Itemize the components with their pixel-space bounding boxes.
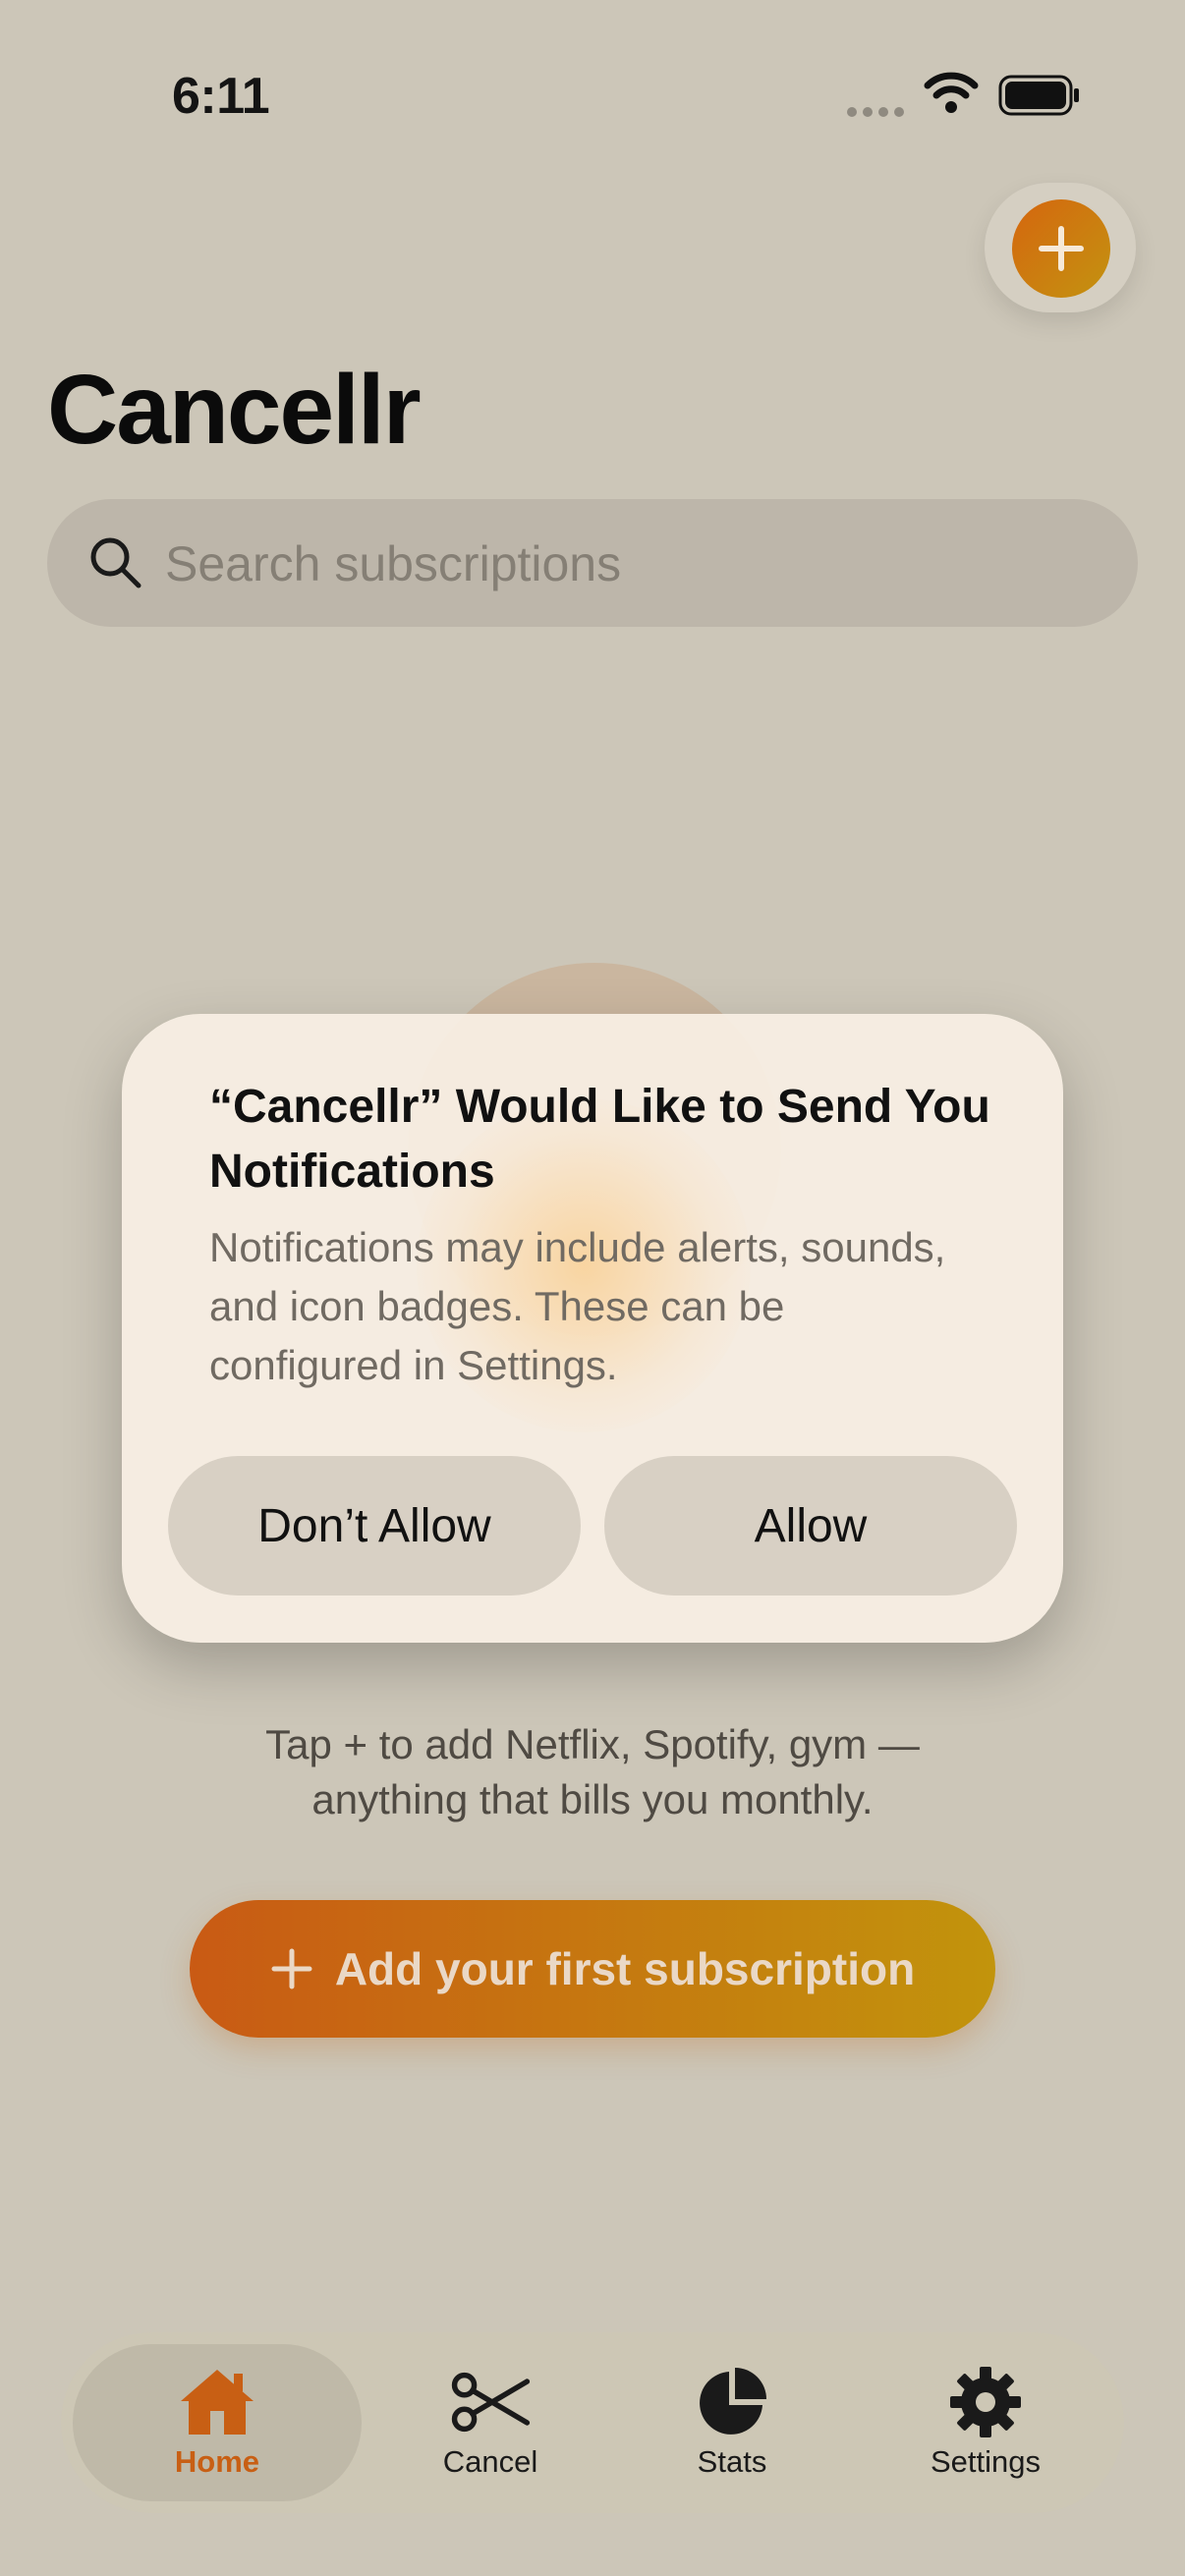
- empty-state-description-line1: Tap + to add Netflix, Spotify, gym —: [265, 1721, 920, 1767]
- wifi-icon: [924, 72, 979, 113]
- tab-cancel[interactable]: Cancel: [387, 2344, 593, 2501]
- tab-home[interactable]: Home: [73, 2344, 362, 2501]
- tab-label: Cancel: [442, 2444, 538, 2479]
- search-bar[interactable]: [47, 499, 1138, 629]
- tab-settings[interactable]: Settings: [873, 2344, 1099, 2501]
- dont-allow-button[interactable]: Don’t Allow: [168, 1456, 581, 1596]
- tab-stats[interactable]: Stats: [629, 2344, 835, 2501]
- search-input[interactable]: [163, 499, 1051, 629]
- empty-state-description: Tap + to add Netflix, Spotify, gym — any…: [138, 1717, 1047, 1827]
- add-first-subscription-label: Add your first subscription: [334, 1943, 916, 1994]
- battery-icon: [998, 75, 1079, 116]
- tab-label: Home: [174, 2444, 260, 2479]
- add-subscription-button[interactable]: [1012, 199, 1110, 298]
- plus-icon: [1039, 226, 1084, 271]
- tab-label: Stats: [697, 2444, 767, 2479]
- gear-icon: [950, 2367, 1021, 2437]
- page-title: Cancellr: [47, 355, 422, 465]
- pie-chart-icon: [700, 2368, 766, 2435]
- dialog-title: “Cancellr” Would Like to Send You Notifi…: [209, 1081, 990, 1198]
- notification-permission-dialog: “Cancellr” Would Like to Send You Notifi…: [122, 1014, 1063, 1643]
- search-icon: [90, 537, 141, 588]
- empty-state-description-line2: anything that bills you monthly.: [311, 1776, 874, 1822]
- tab-bar: Home Cancel Stats Settings: [61, 2332, 1124, 2513]
- scissors-icon: [451, 2372, 531, 2433]
- allow-button[interactable]: Allow: [604, 1456, 1017, 1596]
- status-bar: 6:11: [0, 0, 1185, 196]
- dialog-message: Notifications may include alerts, sounds…: [209, 1224, 946, 1388]
- plus-icon: [271, 1948, 312, 1989]
- add-first-subscription-button[interactable]: Add your first subscription: [190, 1900, 995, 2038]
- cellular-signal-icon: [847, 104, 910, 122]
- tab-label: Settings: [930, 2444, 1041, 2479]
- house-icon: [181, 2370, 254, 2435]
- status-time: 6:11: [172, 68, 270, 125]
